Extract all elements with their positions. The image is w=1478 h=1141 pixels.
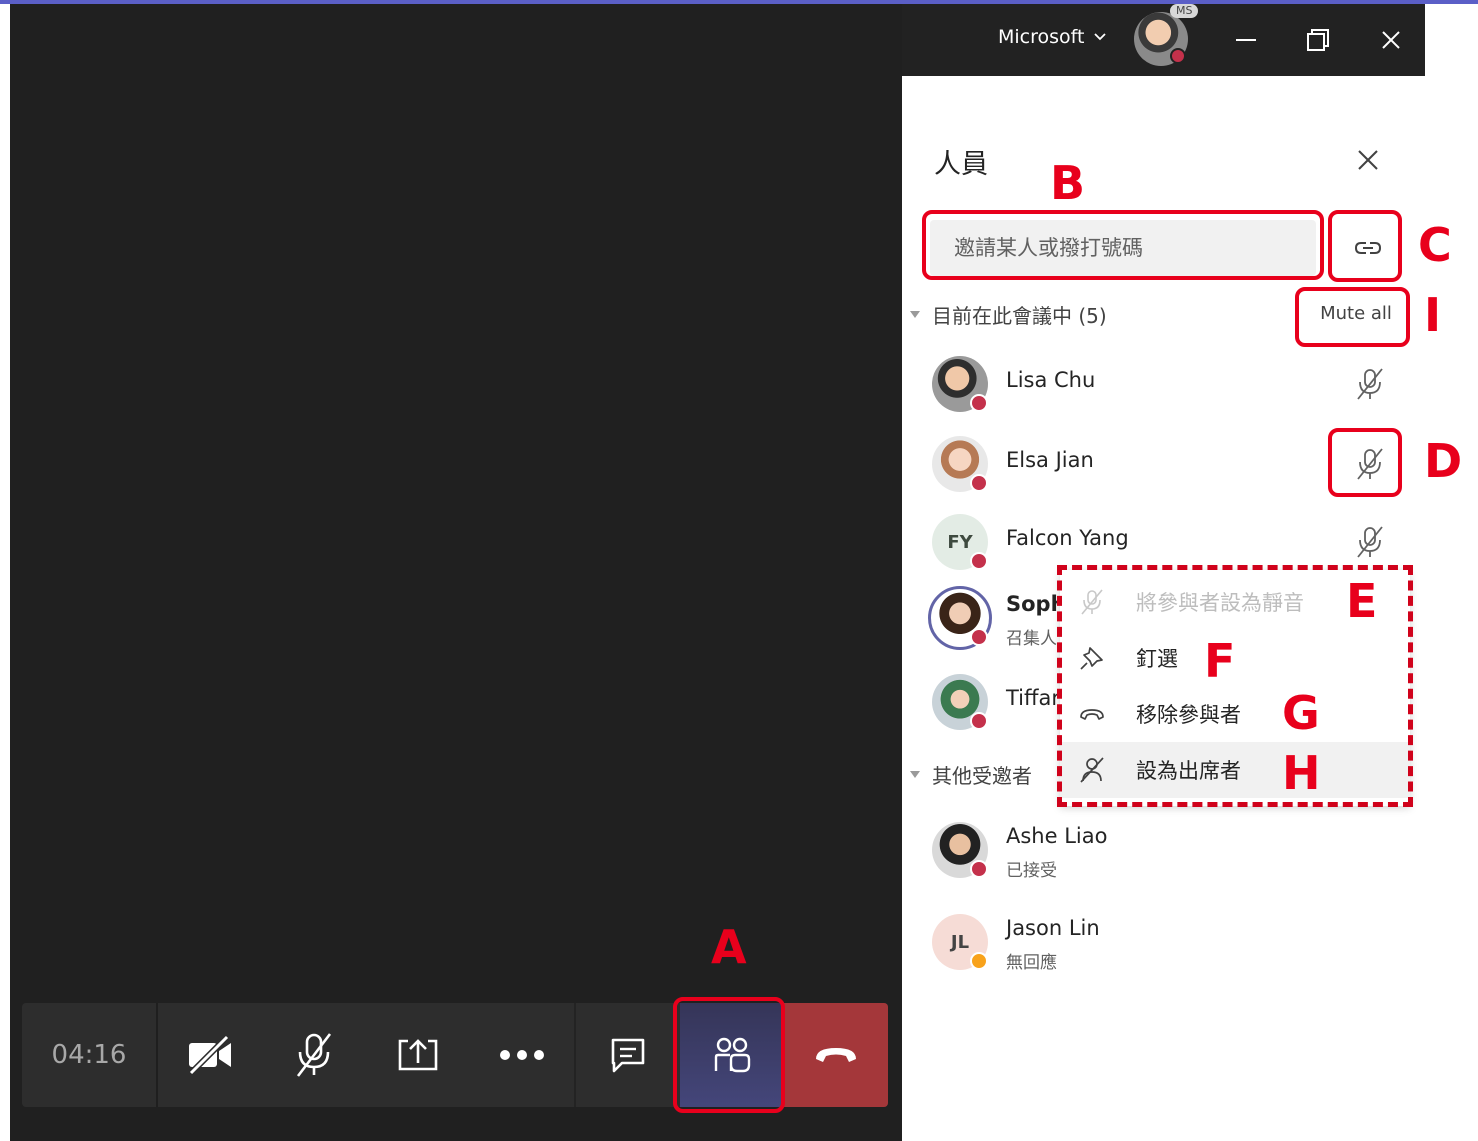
- tenant-name: Microsoft: [998, 26, 1085, 48]
- camera-off-icon: [188, 1035, 231, 1075]
- invitee-row[interactable]: JL Jason Lin 無回應: [932, 914, 1402, 974]
- annotation-letter-i: I: [1424, 288, 1442, 342]
- invitee-name: Jason Lin: [1006, 916, 1100, 940]
- annotation-letter-a: A: [711, 920, 747, 974]
- presence-busy-indicator: [970, 712, 988, 730]
- annotation-box-i: [1295, 287, 1410, 347]
- presence-busy-indicator: [970, 474, 988, 492]
- presence-busy-indicator: [970, 628, 988, 646]
- meeting-stage: [10, 4, 902, 1141]
- mic-off-icon[interactable]: [1352, 366, 1388, 402]
- left-margin: [0, 4, 10, 1141]
- minimize-icon: [1236, 39, 1256, 41]
- mic-toggle-button[interactable]: [262, 1003, 366, 1107]
- restore-icon: [1307, 29, 1329, 51]
- participant-name: Tiffar: [1006, 686, 1060, 710]
- presence-busy-indicator: [970, 860, 988, 878]
- annotation-letter-c: C: [1418, 218, 1452, 272]
- invitee-row[interactable]: Ashe Liao 已接受: [932, 822, 1402, 882]
- in-meeting-label: 目前在此會議中 (5): [932, 304, 1107, 328]
- presence-away-indicator: [970, 952, 988, 970]
- annotation-box-a: [673, 997, 785, 1113]
- chat-button[interactable]: [576, 1003, 680, 1107]
- annotation-box-c: [1328, 210, 1402, 282]
- presence-busy-indicator: [970, 394, 988, 412]
- annotation-letter-e: E: [1346, 574, 1378, 628]
- share-screen-button[interactable]: [366, 1003, 470, 1107]
- annotation-box-b: [922, 210, 1324, 280]
- annotation-letter-b: B: [1050, 156, 1086, 210]
- annotation-letter-h: H: [1282, 746, 1321, 800]
- tenant-switcher[interactable]: Microsoft: [998, 26, 1107, 48]
- window-title-bar: Microsoft MS: [902, 4, 1425, 76]
- caret-down-icon: [910, 771, 920, 778]
- mic-off-icon[interactable]: [1352, 524, 1388, 560]
- annotation-letter-g: G: [1282, 686, 1320, 740]
- participant-role: 召集人: [1006, 629, 1057, 649]
- presence-busy-indicator: [970, 552, 988, 570]
- hang-up-button[interactable]: [784, 1003, 888, 1107]
- minimize-button[interactable]: [1228, 22, 1264, 58]
- presence-busy-indicator: [1170, 48, 1186, 64]
- invitee-status: 無回應: [1006, 953, 1057, 973]
- more-dots-icon: [500, 1050, 544, 1060]
- other-invitees-section-header[interactable]: 其他受邀者: [910, 760, 1032, 789]
- call-timer: 04:16: [22, 1003, 158, 1107]
- chat-icon: [611, 1038, 645, 1073]
- more-actions-button[interactable]: [470, 1003, 574, 1107]
- invitee-status: 已接受: [1006, 861, 1057, 881]
- invitee-name: Ashe Liao: [1006, 824, 1108, 848]
- restore-button[interactable]: [1300, 22, 1336, 58]
- share-tray-icon: [398, 1039, 438, 1071]
- caret-down-icon: [910, 311, 920, 318]
- close-window-button[interactable]: [1373, 22, 1409, 58]
- camera-toggle-button[interactable]: [158, 1003, 262, 1107]
- mic-off-icon: [296, 1033, 332, 1077]
- other-invitees-label: 其他受邀者: [932, 764, 1032, 788]
- annotation-letter-d: D: [1424, 434, 1463, 488]
- in-meeting-section-header[interactable]: 目前在此會議中 (5): [910, 300, 1107, 329]
- close-icon: [1382, 31, 1400, 49]
- annotation-letter-f: F: [1204, 634, 1236, 688]
- chevron-down-icon: [1094, 33, 1107, 41]
- participant-row[interactable]: Lisa Chu: [932, 356, 1402, 416]
- account-badge: MS: [1170, 4, 1199, 18]
- participant-name: Elsa Jian: [1006, 448, 1094, 472]
- panel-title: 人員: [934, 149, 988, 180]
- annotation-box-d: [1328, 428, 1402, 497]
- hang-up-icon: [816, 1048, 856, 1062]
- participant-name: Lisa Chu: [1006, 368, 1096, 392]
- close-panel-icon[interactable]: [1354, 146, 1382, 174]
- participant-name: Falcon Yang: [1006, 526, 1129, 550]
